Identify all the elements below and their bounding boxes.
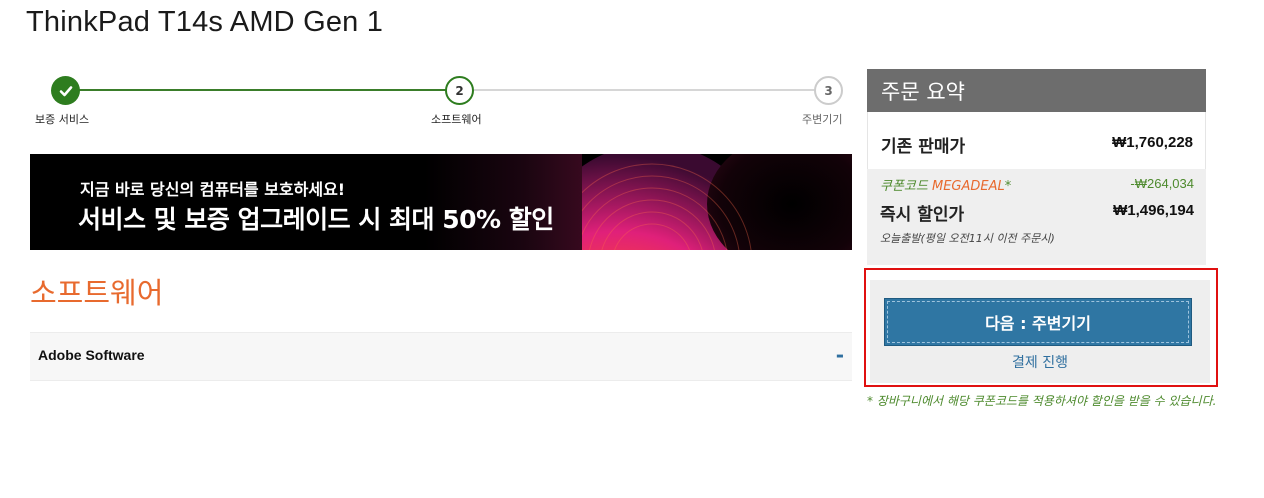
instant-price-label: 즉시 할인가: [880, 205, 965, 225]
step-2-circle[interactable]: 2: [445, 76, 474, 105]
adobe-software-accordion[interactable]: Adobe Software -: [30, 332, 852, 381]
step-1-check-icon[interactable]: [51, 76, 80, 105]
order-summary-header: 주문 요약: [867, 69, 1206, 112]
coupon-asterisk: *: [1004, 179, 1012, 194]
banner-offer: 서비스 및 보증 업그레이드 시 최대 50% 할인: [78, 205, 554, 234]
section-title: 소프트웨어: [30, 276, 164, 310]
next-peripherals-button[interactable]: 다음 : 주변기기: [884, 298, 1192, 346]
progress-line-completed: [66, 89, 448, 91]
coupon-code: MEGADEAL: [931, 179, 1005, 194]
step-3-label[interactable]: 주변기기: [802, 111, 842, 127]
discount-section: 쿠폰코드 MEGADEAL* -₩264,034 즉시 할인가 ₩1,496,1…: [867, 169, 1206, 265]
page-title: ThinkPad T14s AMD Gen 1: [26, 6, 384, 38]
original-price-row: 기존 판매가 ₩1,760,228: [867, 112, 1206, 169]
accordion-title: Adobe Software: [38, 347, 145, 363]
delivery-note: 오늘출발(평일 오전11시 이전 주문시): [880, 232, 1055, 245]
cta-panel: 다음 : 주변기기 결제 진행: [870, 280, 1210, 383]
order-summary: 주문 요약 기존 판매가 ₩1,760,228 쿠폰코드 MEGADEAL* -…: [867, 69, 1206, 265]
coupon-label: 쿠폰코드 MEGADEAL*: [880, 175, 1011, 194]
progress-line-remaining: [474, 89, 842, 91]
coupon-prefix: 쿠폰코드: [880, 179, 932, 194]
step-3-circle[interactable]: 3: [814, 76, 843, 105]
progress-steps: 2 3 보증 서비스 소프트웨어 주변기기: [30, 72, 854, 132]
collapse-toggle-icon[interactable]: -: [836, 343, 844, 367]
cta-highlight-box: 다음 : 주변기기 결제 진행: [864, 268, 1218, 387]
instant-price-value: ₩1,496,194: [1113, 202, 1194, 219]
original-price-label: 기존 판매가: [881, 137, 966, 157]
promo-banner[interactable]: 지금 바로 당신의 컴퓨터를 보호하세요! 서비스 및 보증 업그레이드 시 최…: [30, 154, 852, 250]
banner-headline: 지금 바로 당신의 컴퓨터를 보호하세요!: [80, 180, 346, 199]
step-2-label[interactable]: 소프트웨어: [431, 111, 482, 127]
step-1-label[interactable]: 보증 서비스: [35, 111, 89, 127]
original-price-value: ₩1,760,228: [1112, 134, 1193, 151]
coupon-discount-value: -₩264,034: [1130, 176, 1194, 191]
checkout-link[interactable]: 결제 진행: [870, 352, 1210, 372]
banner-decorative-art: [582, 154, 852, 250]
coupon-notice: * 장바구니에서 해당 쿠폰코드를 적용하셔야 할인을 받을 수 있습니다.: [867, 394, 1217, 408]
